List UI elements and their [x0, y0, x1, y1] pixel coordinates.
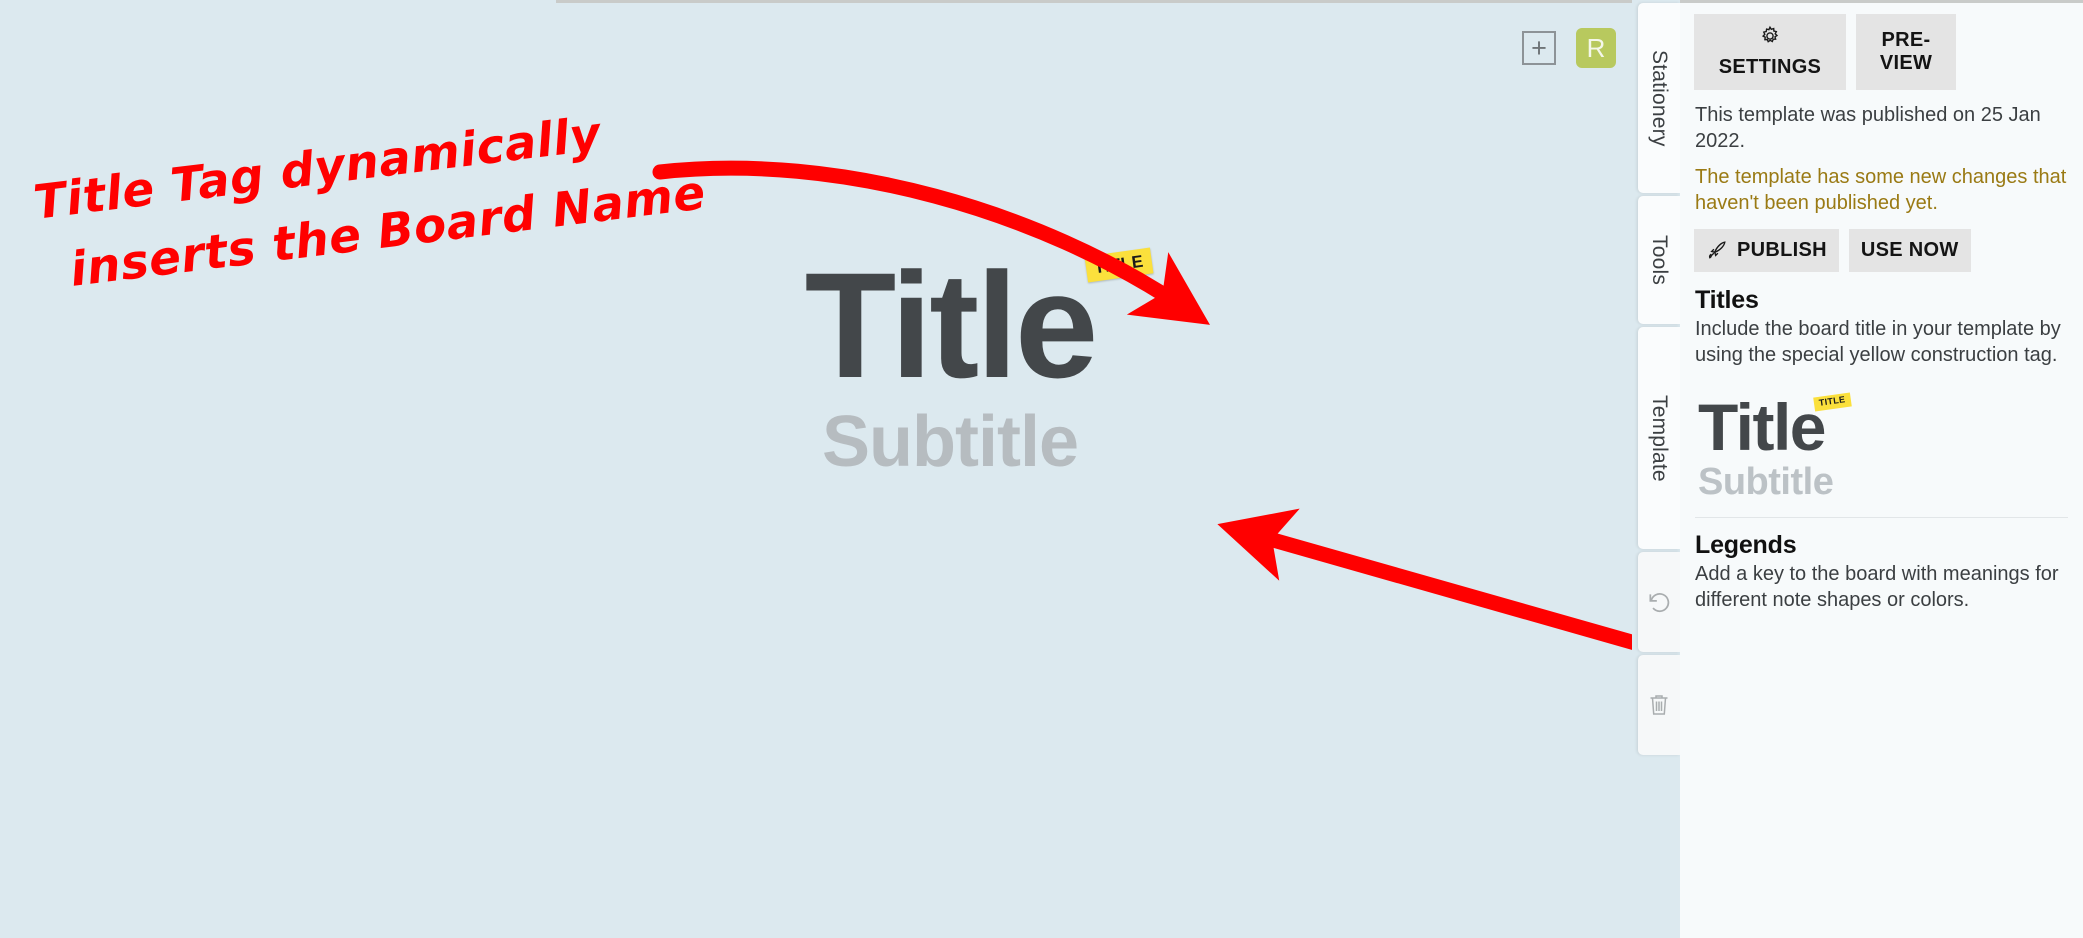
tab-template[interactable]: Template — [1638, 327, 1680, 549]
trash-icon — [1650, 695, 1668, 715]
vertical-tab-rail: Stationery Tools Template — [1632, 0, 1680, 938]
gear-icon — [1700, 24, 1840, 54]
preview-button-label: PRE- VIEW — [1879, 28, 1933, 74]
section-divider-wrap — [1680, 517, 2083, 519]
section-legends: Legends Add a key to the board with mean… — [1680, 531, 2083, 613]
plus-icon[interactable]: + — [1522, 31, 1556, 65]
section-legends-description: Add a key to the board with meanings for… — [1695, 563, 2059, 612]
board-title-text: Title — [804, 241, 1099, 409]
unpublished-warning: The template has some new changes that h… — [1695, 165, 2067, 215]
tab-template-label: Template — [1648, 394, 1671, 482]
settings-button[interactable]: SETTINGS — [1694, 14, 1846, 90]
avatar[interactable]: R — [1576, 28, 1616, 68]
canvas-top-controls: + R — [1522, 28, 1616, 68]
use-now-button[interactable]: USE NOW — [1848, 228, 1971, 272]
tab-tools-label: Tools — [1648, 234, 1671, 286]
section-legends-heading: Legends — [1695, 531, 1797, 560]
section-divider — [1695, 517, 2068, 519]
template-side-panel: SETTINGS PRE- VIEW This template was pub… — [1680, 0, 2083, 938]
avatar-initial: R — [1586, 32, 1606, 63]
published-note: This template was published on 25 Jan 20… — [1695, 104, 2041, 153]
publish-button-label: PUBLISH — [1737, 238, 1827, 261]
preview-title-text: Title — [1698, 389, 1826, 464]
publish-button-row: PUBLISH USE NOW — [1680, 217, 2083, 286]
board-canvas[interactable]: Title TITLE Subtitle + R Title Tag dynam… — [0, 0, 1719, 938]
preview-button[interactable]: PRE- VIEW — [1856, 14, 1956, 90]
board-title[interactable]: Title TITLE — [805, 247, 1153, 400]
titles-preview[interactable]: Title TITLE Subtitle — [1680, 368, 2083, 504]
section-titles-description: Include the board title in your template… — [1695, 317, 2061, 366]
settings-button-label: SETTINGS — [1718, 56, 1822, 78]
panel-action-row: SETTINGS PRE- VIEW — [1680, 3, 2083, 90]
tab-tools[interactable]: Tools — [1638, 196, 1680, 324]
undo-icon — [1649, 593, 1670, 613]
plus-glyph: + — [1531, 32, 1547, 63]
preview-title: Title TITLE — [1698, 392, 1852, 460]
delete-button[interactable] — [1638, 655, 1680, 755]
preview-subtitle: Subtitle — [1698, 460, 1834, 503]
use-now-button-label: USE NOW — [1860, 238, 1959, 261]
board-subtitle[interactable]: Subtitle — [600, 406, 1300, 478]
tab-stationery[interactable]: Stationery — [1638, 3, 1680, 193]
rocket-icon — [1708, 241, 1726, 259]
undo-button[interactable] — [1638, 552, 1680, 652]
board-title-block: Title TITLE Subtitle — [600, 247, 1300, 478]
section-titles: Titles Include the board title in your t… — [1680, 286, 2083, 368]
tab-stationery-label: Stationery — [1648, 49, 1671, 147]
section-titles-heading: Titles — [1695, 285, 1759, 314]
publish-button[interactable]: PUBLISH — [1694, 228, 1839, 272]
